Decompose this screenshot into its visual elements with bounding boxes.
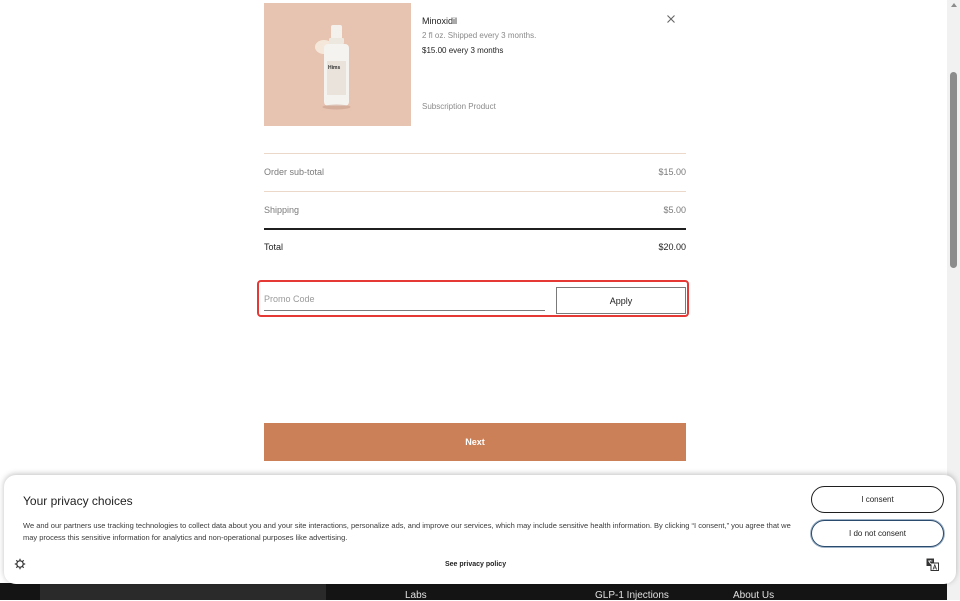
remove-item-button[interactable]: [664, 12, 678, 26]
total-value: $20.00: [658, 242, 686, 252]
consent-button[interactable]: I consent: [811, 486, 944, 513]
consent-title: Your privacy choices: [23, 494, 133, 508]
product-type: Subscription Product: [422, 102, 496, 111]
consent-banner: Your privacy choices We and our partners…: [4, 475, 956, 584]
footer-link-glp1[interactable]: GLP-1 Injections: [595, 590, 669, 601]
total-label: Total: [264, 242, 284, 252]
product-image-label: Hims: [328, 65, 341, 71]
close-icon: [667, 15, 675, 23]
footer-link-labs[interactable]: Labs: [405, 590, 427, 601]
product-price: $15.00 every 3 months: [422, 46, 504, 55]
translate-icon[interactable]: [926, 558, 939, 571]
product-image: Hims: [264, 3, 411, 126]
scroll-up-icon[interactable]: [951, 3, 957, 7]
product-description: 2 fl oz. Shipped every 3 months.: [422, 31, 537, 40]
next-button[interactable]: Next: [264, 423, 686, 461]
promo-code-input[interactable]: [264, 288, 545, 311]
do-not-consent-button[interactable]: I do not consent: [811, 520, 944, 547]
footer-block: [40, 583, 326, 600]
shipping-label: Shipping: [264, 205, 300, 215]
apply-button[interactable]: Apply: [556, 287, 686, 314]
subtotal-label: Order sub-total: [264, 167, 325, 177]
shipping-value: $5.00: [663, 205, 686, 215]
divider: [264, 153, 686, 154]
divider: [264, 191, 686, 192]
scroll-thumb[interactable]: [950, 72, 957, 268]
subtotal-value: $15.00: [658, 167, 686, 177]
footer-link-about[interactable]: About Us: [733, 590, 774, 601]
total-divider: [264, 228, 686, 230]
gear-icon[interactable]: [14, 558, 26, 570]
consent-text: We and our partners use tracking technol…: [23, 521, 791, 542]
product-name: Minoxidil: [422, 16, 458, 26]
privacy-policy-link[interactable]: See privacy policy: [445, 561, 506, 568]
